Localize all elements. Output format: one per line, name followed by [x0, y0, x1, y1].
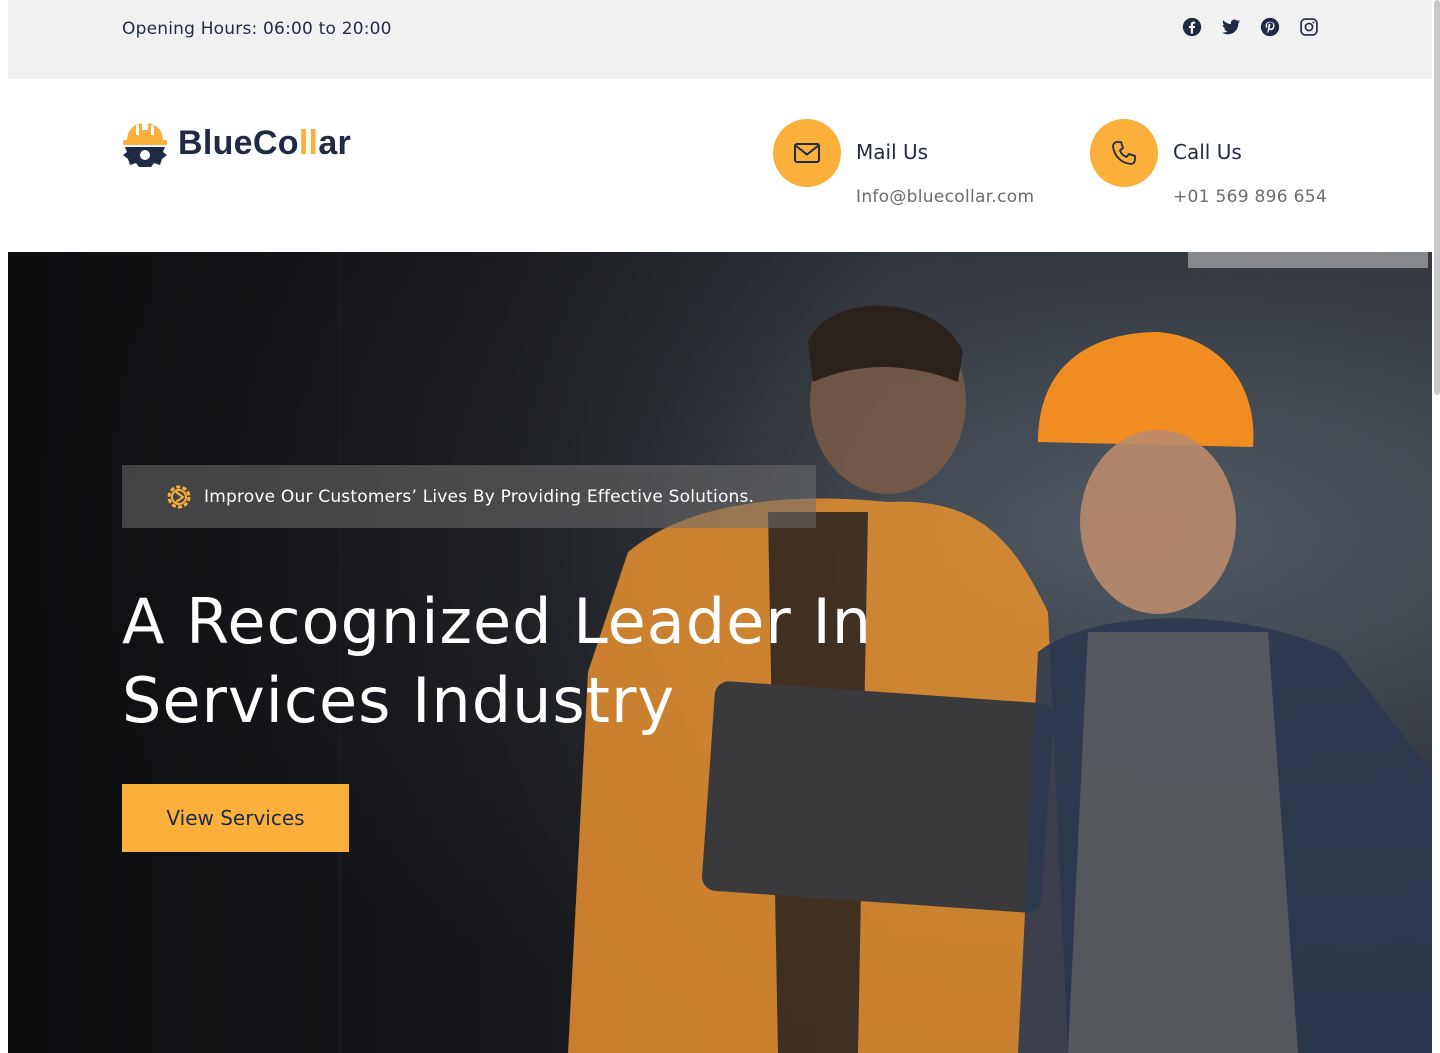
facebook-icon[interactable] [1182, 17, 1202, 37]
hardhat-gear-logo-icon [123, 120, 167, 167]
call-title: Call Us [1173, 140, 1242, 164]
mail-contact: Mail Us Info@bluecollar.com [773, 119, 1034, 207]
phone-number[interactable]: +01 569 896 654 [1173, 187, 1327, 207]
pinterest-icon[interactable] [1260, 17, 1280, 37]
call-button[interactable] [1090, 119, 1158, 187]
hero-title-line1: A Recognized Leader In [122, 585, 873, 658]
top-bar: Opening Hours: 06:00 to 20:00 [8, 0, 1432, 79]
gear-icon [167, 485, 191, 508]
mail-title: Mail Us [856, 140, 929, 164]
logo-text: BlueCollar [178, 123, 352, 162]
logo[interactable]: BlueCollar [122, 119, 351, 167]
page-scrollbar[interactable] [1434, 0, 1440, 395]
mail-address[interactable]: Info@bluecollar.com [856, 187, 1034, 207]
mail-button[interactable] [773, 119, 841, 187]
phone-icon [1112, 141, 1136, 165]
tagline-banner: Improve Our Customers’ Lives By Providin… [122, 465, 816, 528]
opening-hours: Opening Hours: 06:00 to 20:00 [122, 19, 392, 39]
instagram-icon[interactable] [1299, 17, 1319, 37]
call-contact: Call Us +01 569 896 654 [1090, 119, 1327, 207]
hero-title: A Recognized Leader In Services Industry [122, 582, 882, 740]
mail-icon [794, 143, 820, 163]
social-links [1182, 17, 1319, 37]
twitter-icon[interactable] [1221, 17, 1241, 37]
hero-title-line2: Services Industry [122, 664, 676, 737]
site-header: BlueCollar Mail Us Info@bluecollar.com C… [8, 79, 1432, 252]
tagline-text: Improve Our Customers’ Lives By Providin… [204, 486, 755, 507]
hero-section: Improve Our Customers’ Lives By Providin… [8, 252, 1432, 1053]
view-services-button[interactable]: View Services [122, 784, 349, 852]
